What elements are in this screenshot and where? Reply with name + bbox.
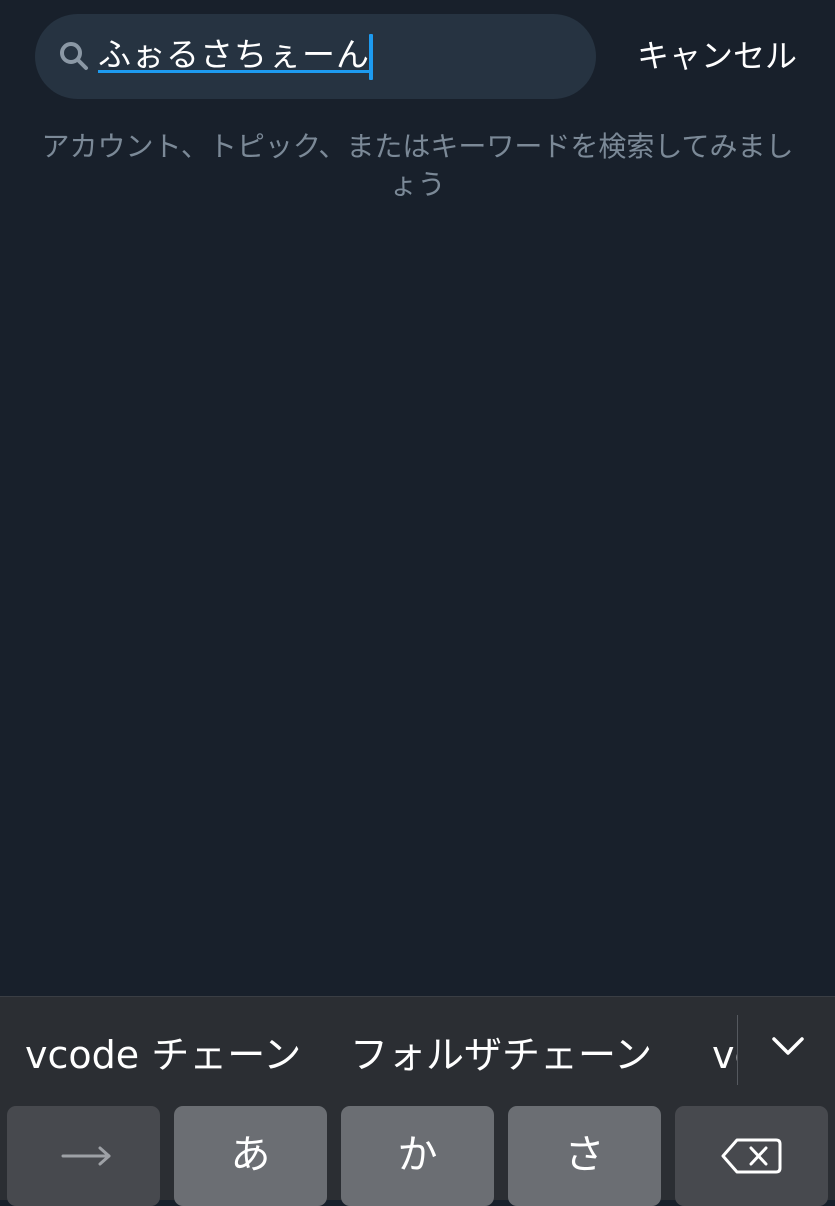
candidate-item[interactable]: フォルザチェーン [350,1030,652,1080]
cancel-button[interactable]: キャンセル [622,30,812,82]
search-icon [60,42,88,70]
right-arrow-icon [61,1146,111,1166]
key-ka[interactable]: か [341,1106,494,1206]
candidate-item-truncated[interactable]: vc [712,1030,738,1080]
chevron-down-icon[interactable] [760,1018,816,1074]
next-candidate-key[interactable] [7,1106,160,1206]
candidate-item[interactable]: vcode チェーン [25,1030,301,1080]
candidate-divider [737,1015,738,1085]
composition-underline [98,70,370,73]
key-a[interactable]: あ [174,1106,327,1206]
text-cursor [369,34,373,80]
key-sa[interactable]: さ [508,1106,661,1206]
delete-key[interactable] [675,1106,828,1206]
search-screen: ふぉるさちぇーん キャンセル アカウント、トピック、またはキーワードを検索してみ… [0,0,835,1206]
candidate-item-label: vc [712,1033,738,1077]
delete-backward-icon [721,1138,782,1174]
search-hint-text: アカウント、トピック、またはキーワードを検索してみましょう [41,130,794,201]
